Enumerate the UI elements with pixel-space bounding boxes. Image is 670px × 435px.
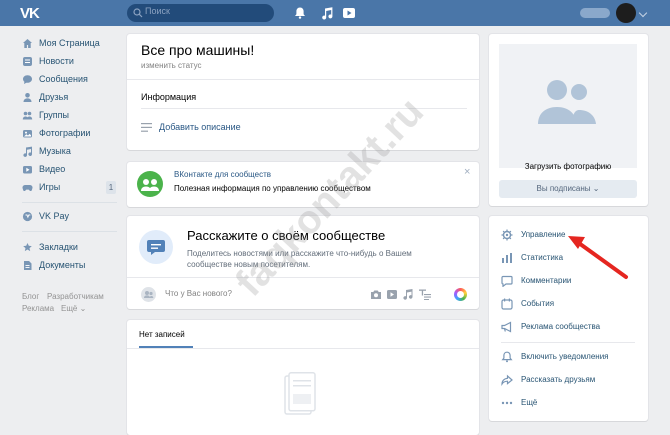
friends-icon <box>23 93 32 102</box>
events-icon <box>501 298 513 310</box>
footer-more-link[interactable]: Ещё ⌄ <box>61 304 86 313</box>
tab-no-posts[interactable]: Нет записей <box>139 330 185 339</box>
search-icon <box>133 8 143 18</box>
tell-friends-link[interactable]: Рассказать друзьям <box>501 373 641 387</box>
speech-bubble-icon <box>139 230 173 264</box>
sidebar-item-photos[interactable]: Фотографии <box>22 127 122 141</box>
info-heading: Информация <box>141 92 197 102</box>
chevron-down-icon <box>638 8 648 18</box>
documents-icon <box>24 261 32 270</box>
menu-divider <box>22 202 117 203</box>
photos-icon <box>23 130 32 138</box>
community-promo-icon <box>137 171 163 197</box>
share-icon <box>501 374 513 386</box>
footer-ads-link[interactable]: Реклама <box>22 304 54 313</box>
games-icon <box>22 185 33 192</box>
enable-notifications-link[interactable]: Включить уведомления <box>501 350 641 364</box>
promo-card: ВКонтакте для сообществ Полезная информа… <box>127 162 479 207</box>
post-prompt-title: Расскажите о своём сообществе <box>187 228 386 243</box>
video-icon[interactable] <box>386 289 398 300</box>
divider <box>127 348 479 349</box>
music-icon[interactable] <box>320 6 334 20</box>
community-ads-link[interactable]: Реклама сообщества <box>501 320 641 334</box>
promo-title-link[interactable]: ВКонтакте для сообществ <box>174 170 271 179</box>
sidebar-item-my-page[interactable]: Моя Страница <box>22 37 122 51</box>
user-menu[interactable] <box>580 3 650 23</box>
edit-status-link[interactable]: изменить статус <box>141 61 202 70</box>
more-link[interactable]: Ещё <box>501 396 641 410</box>
menu-divider <box>22 231 117 232</box>
groups-icon <box>22 111 33 120</box>
poster-color-inner <box>457 291 464 298</box>
community-info-card: Все про машины! изменить статус Информац… <box>127 34 479 150</box>
sidebar-item-documents[interactable]: Документы <box>22 259 122 273</box>
post-prompt-description: Поделитесь новостями или расскажите что-… <box>187 249 412 269</box>
footer-developers-link[interactable]: Разработчикам <box>47 292 104 301</box>
sidebar-item-groups[interactable]: Группы <box>22 109 122 123</box>
bookmarks-icon <box>23 243 32 252</box>
avatar[interactable] <box>616 3 636 23</box>
subscribed-button[interactable]: Вы подписаны ⌄ <box>499 180 637 198</box>
wall-card: Нет записей <box>127 320 479 435</box>
sidebar-item-friends[interactable]: Друзья <box>22 91 122 105</box>
top-header: VK Поиск <box>0 0 670 26</box>
music-icon <box>23 146 33 157</box>
vkpay-icon <box>22 211 33 222</box>
lines-icon <box>141 123 152 132</box>
comments-icon <box>501 275 513 287</box>
bell-icon[interactable] <box>293 6 307 20</box>
sidebar-item-bookmarks[interactable]: Закладки <box>22 241 122 255</box>
username-blurred <box>580 8 610 18</box>
upload-photo-link[interactable]: Загрузить фотографию <box>499 162 637 171</box>
events-link[interactable]: События <box>501 297 641 311</box>
more-icon <box>501 401 513 405</box>
camera-icon[interactable] <box>370 289 382 300</box>
megaphone-icon <box>501 321 512 333</box>
home-icon <box>23 39 32 48</box>
search-placeholder: Поиск <box>145 6 170 16</box>
sidebar-item-vkpay[interactable]: VK Pay <box>22 210 122 224</box>
video-icon <box>23 166 32 174</box>
sidebar-item-news[interactable]: Новости <box>22 55 122 69</box>
news-icon <box>23 57 32 66</box>
divider <box>127 79 479 80</box>
games-badge: 1 <box>106 181 116 194</box>
music-icon[interactable] <box>402 289 414 300</box>
post-composer-card: Расскажите о своём сообществе Поделитесь… <box>127 216 479 309</box>
sidebar-item-music[interactable]: Музыка <box>22 145 122 159</box>
divider <box>141 108 467 109</box>
sidebar-item-games[interactable]: Игры 1 <box>22 181 122 195</box>
add-description-link[interactable]: Добавить описание <box>159 122 241 132</box>
group-avatar-icon <box>538 80 596 124</box>
messages-icon <box>23 75 32 84</box>
divider <box>127 277 479 278</box>
search-input[interactable]: Поиск <box>127 4 274 22</box>
community-photo-card: Загрузить фотографию Вы подписаны ⌄ <box>489 34 648 206</box>
vk-logo[interactable]: VK <box>20 5 46 22</box>
author-icon <box>141 287 156 302</box>
divider <box>501 342 635 343</box>
sidebar-item-video[interactable]: Видео <box>22 163 122 177</box>
stats-icon <box>502 253 512 263</box>
article-icon[interactable] <box>419 289 431 300</box>
promo-text: Полезная информация по управлению сообще… <box>174 184 371 193</box>
bell-icon <box>501 351 513 363</box>
close-icon[interactable]: × <box>464 166 470 178</box>
sidebar-item-messages[interactable]: Сообщения <box>22 73 122 87</box>
empty-posts-icon <box>284 372 316 415</box>
photo-placeholder[interactable]: Загрузить фотографию <box>499 44 637 171</box>
red-arrow-annotation <box>568 236 628 279</box>
video-icon[interactable] <box>342 6 356 20</box>
gear-icon <box>501 229 513 241</box>
new-post-input[interactable]: Что у Вас нового? <box>165 289 232 298</box>
page-title: Все про машины! <box>141 42 255 58</box>
footer-blog-link[interactable]: Блог <box>22 292 39 301</box>
